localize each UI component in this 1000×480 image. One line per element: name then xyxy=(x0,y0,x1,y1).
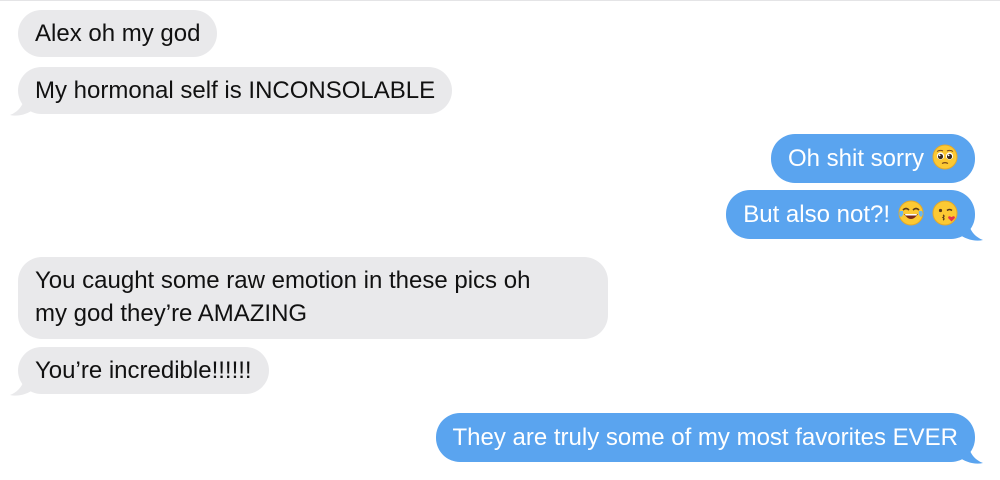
received-bubble-tail xyxy=(10,377,34,396)
sent-message-bubble[interactable]: Oh shit sorry xyxy=(770,134,975,183)
message-text-line: my god they’re AMAZING xyxy=(35,300,308,327)
kissing-heart-icon xyxy=(932,200,958,226)
sent-bubble-tail xyxy=(959,445,983,464)
message-text: But also not?! xyxy=(743,201,890,228)
received-message-bubble[interactable]: Alex oh my god xyxy=(18,10,218,57)
received-message-bubble[interactable]: You’re incredible!!!!!! xyxy=(18,347,269,394)
sent-message-bubble[interactable]: They are truly some of my most favorites… xyxy=(435,413,975,462)
received-message-bubble[interactable]: My hormonal self is INCONSOLABLE xyxy=(18,67,453,114)
received-bubble-tail xyxy=(10,97,34,116)
message-text: Alex oh my god xyxy=(35,20,201,47)
message-text-line: You caught some raw emotion in these pic… xyxy=(35,267,531,294)
sent-bubble-tail xyxy=(959,222,983,241)
message-text: My hormonal self is INCONSOLABLE xyxy=(35,77,436,104)
sent-message-bubble[interactable]: But also not?! xyxy=(726,190,975,239)
message-text: You’re incredible!!!!!! xyxy=(35,357,252,384)
message-text: They are truly some of my most favorites… xyxy=(452,424,959,451)
tears-of-joy-icon xyxy=(898,200,924,226)
message-text: Oh shit sorry xyxy=(787,145,924,172)
received-message-bubble[interactable]: You caught some raw emotion in these pic… xyxy=(18,257,608,339)
pleading-face-icon xyxy=(932,144,958,170)
top-divider xyxy=(0,0,1000,1)
